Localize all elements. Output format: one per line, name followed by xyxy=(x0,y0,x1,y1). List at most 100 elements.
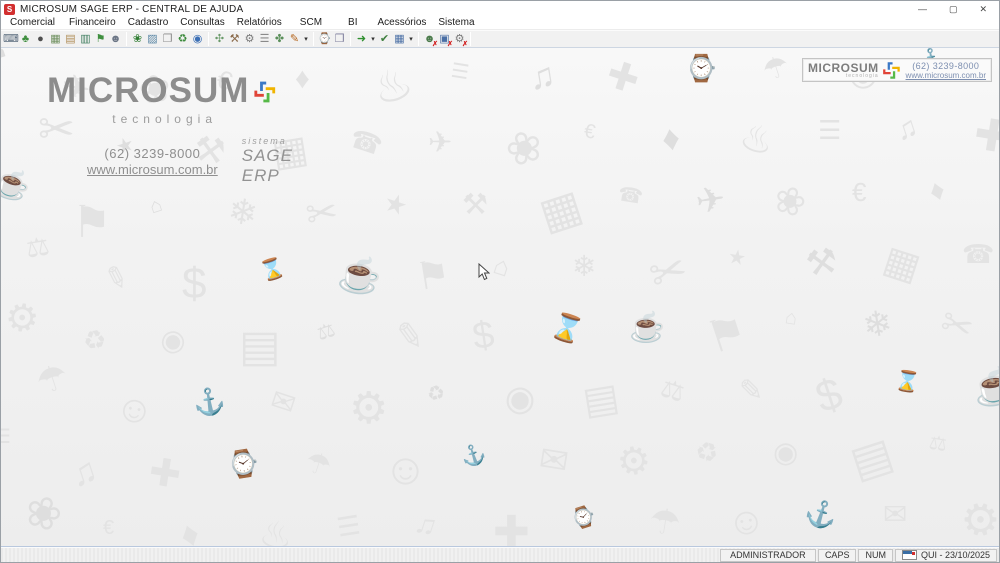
watermark-glyph: ☂ xyxy=(758,49,794,89)
toolbar: ⌨ ♣ ● ▦ ▤ ▥ ⚑ ☻ ❀ ▨ ❐ ♻ ◉ ✣ ⚒ ⚙ ☰ ✤ ✎ ▾ ⌚ ❒ ➜ ▾ ✔ ▦ ▾ ☻ ✗ ▣ ✗ ⚙ ✗ xyxy=(1,30,999,48)
pouch-icon[interactable]: ● xyxy=(33,31,48,47)
maximize-button[interactable]: ▢ xyxy=(949,4,958,14)
watermark-glyph: ☺ xyxy=(112,386,157,434)
monitor-block-icon[interactable]: ▣ ✗ xyxy=(437,31,453,48)
watermark-glyph: ♦ xyxy=(175,513,205,546)
watermark-glyph: ▦ xyxy=(878,238,926,290)
watermark-glyph: ⌂ xyxy=(146,193,166,219)
chevron-down-icon[interactable]: ▾ xyxy=(302,35,310,43)
watermark-glyph: ⚖ xyxy=(927,431,949,457)
watermark-glyph: ✈ xyxy=(428,127,453,159)
brand-tagline: tecnologia xyxy=(112,112,217,126)
go-arrow-icon[interactable]: ➜ xyxy=(354,31,369,47)
website-link[interactable]: www.microsum.com.br xyxy=(87,162,218,177)
console-icon[interactable]: ⚑ xyxy=(93,31,108,47)
watermark-glyph: ✉ xyxy=(266,384,300,422)
watermark-glyph: ◉ xyxy=(502,376,539,421)
edit-doc-icon[interactable]: ✎ xyxy=(287,31,302,47)
watermark-glyph: € xyxy=(103,517,115,539)
menu-item-comercial[interactable]: Comercial xyxy=(4,16,61,29)
watermark-glyph: ☂ xyxy=(646,500,684,545)
pinwheel-logo-icon xyxy=(882,61,900,79)
menu-item-cadastro[interactable]: Cadastro xyxy=(122,16,175,29)
clock-icon[interactable]: ⌚ xyxy=(317,31,332,47)
cash-register-icon[interactable]: ▦ xyxy=(48,31,63,47)
chevron-down-icon[interactable]: ▾ xyxy=(369,35,377,43)
watermark-glyph: ☂ xyxy=(300,445,336,485)
coin-icon[interactable]: ⚙ xyxy=(242,31,257,47)
ledger-icon[interactable]: ❀ xyxy=(130,31,145,47)
menu-item-bi[interactable]: BI xyxy=(342,16,363,29)
watermark-glyph: ❀ xyxy=(768,177,812,227)
gear-block-icon[interactable]: ⚙ ✗ xyxy=(452,31,468,48)
minimize-button[interactable]: — xyxy=(918,4,927,14)
calculator-icon[interactable]: ▦ xyxy=(392,31,407,47)
menu-item-financeiro[interactable]: Financeiro xyxy=(63,16,122,29)
truck-icon[interactable]: ⚒ xyxy=(227,31,242,47)
calendar-icon xyxy=(901,550,917,560)
toolbar-separator xyxy=(470,32,471,46)
watermark-glyph: ⚖ xyxy=(657,372,689,408)
copy-icon[interactable]: ❐ xyxy=(160,31,175,47)
watermark-glyph: ⌂ xyxy=(489,249,515,283)
folder-icon[interactable]: ▥ xyxy=(78,31,93,47)
watermark-glyph: ⚙ xyxy=(954,491,999,546)
system-name: SAGE ERP xyxy=(241,146,293,185)
watermark-glyph: ⚖ xyxy=(314,318,339,346)
chevron-down-icon[interactable]: ▾ xyxy=(407,35,415,43)
watermark-glyph: ⚑ xyxy=(700,305,754,364)
watermark-glyph: ✎ xyxy=(392,314,428,359)
watermark-glyph: ♦ xyxy=(925,173,950,209)
organizer-icon[interactable]: ▤ xyxy=(63,31,78,47)
brand-text: MICROSUM xyxy=(47,71,250,110)
watermark-glyph: € xyxy=(582,120,597,144)
columns-icon[interactable]: ☰ xyxy=(257,31,272,47)
watermark-glyph: ❀ xyxy=(18,484,69,543)
watermark-glyph: ♨ xyxy=(734,114,780,166)
watermark-glyph: ♻ xyxy=(80,323,109,357)
computer-icon[interactable]: ⌨ xyxy=(3,31,19,47)
watermark-glyph: ✉ xyxy=(536,438,572,483)
watermark-glyph: $ xyxy=(182,259,207,308)
globe-icon[interactable]: ◉ xyxy=(190,31,205,47)
watermark-glyph: ❄ xyxy=(860,302,896,347)
watermark-glyph: ❀ xyxy=(499,119,550,178)
watermark-glyph: ⌛ xyxy=(257,255,288,285)
watermark-glyph: ⌚ xyxy=(685,53,718,83)
watermark-glyph: ♦ xyxy=(658,117,683,160)
watermark-glyph: ⚒ xyxy=(803,240,841,285)
user-block-icon[interactable]: ☻ ✗ xyxy=(422,31,438,48)
watermark-glyph: ♫ xyxy=(526,55,559,98)
group-icon[interactable]: ✤ xyxy=(272,31,287,47)
cube-icon[interactable]: ❒ xyxy=(332,31,347,47)
menu-item-scm[interactable]: SCM xyxy=(294,16,328,29)
menu-item-sistema[interactable]: Sistema xyxy=(432,16,480,29)
title-bar: S MICROSUM SAGE ERP - CENTRAL DE AJUDA —… xyxy=(1,1,999,16)
menu-item-relatorios[interactable]: Relatórios xyxy=(231,16,288,29)
menu-item-consultas[interactable]: Consultas xyxy=(174,16,230,29)
badge-brand-text: MICROSUM xyxy=(808,60,879,75)
close-button[interactable]: ✕ xyxy=(979,4,987,14)
bird-icon[interactable]: ✣ xyxy=(212,31,227,47)
status-num: NUM xyxy=(858,548,893,562)
pinwheel-logo-icon xyxy=(254,81,276,103)
watermark-glyph: ☂ xyxy=(31,356,74,403)
plant-icon[interactable]: ♣ xyxy=(18,31,33,47)
watermark-glyph: ☕ xyxy=(629,312,666,344)
menu-item-acessorios[interactable]: Acessórios xyxy=(371,16,432,29)
watermark-glyph: ✎ xyxy=(739,375,764,407)
company-logo: MICROSUM tecnologia (62) 3239-8000 www.m… xyxy=(47,71,292,186)
check-icon[interactable]: ✔ xyxy=(377,31,392,47)
person-icon[interactable]: ☻ xyxy=(108,31,123,47)
watermark-glyph: ♦ xyxy=(295,63,310,95)
watermark-glyph: ◉ xyxy=(773,437,799,469)
toolbar-separator xyxy=(313,32,314,46)
status-user: ADMINISTRADOR xyxy=(719,548,816,562)
watermark-glyph: € xyxy=(852,177,867,207)
recycle-icon[interactable]: ♻ xyxy=(175,31,190,47)
badge-website-link[interactable]: www.microsum.com.br xyxy=(906,71,986,80)
watermark-glyph: ⌂ xyxy=(783,306,799,330)
watermark-glyph: ♨ xyxy=(255,512,297,546)
watermark-glyph: ▦ xyxy=(533,180,589,241)
photo-icon[interactable]: ▨ xyxy=(145,31,160,47)
